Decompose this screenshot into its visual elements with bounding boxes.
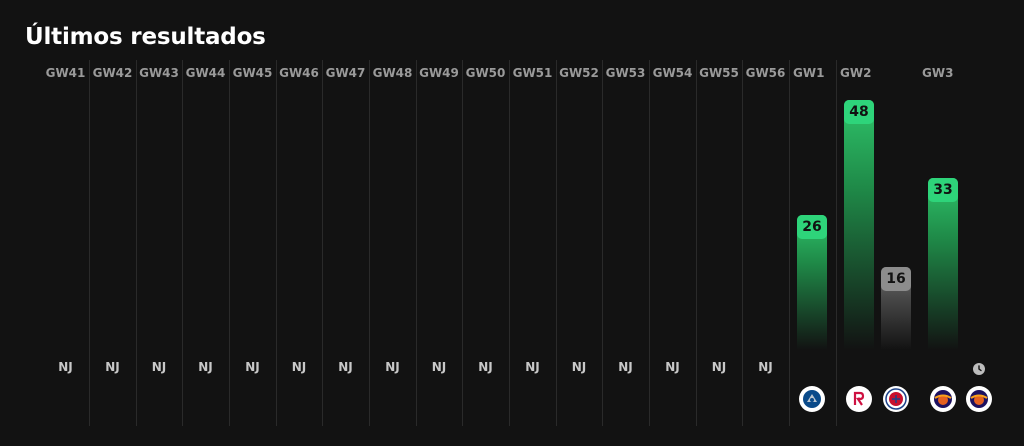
score-bar-gw3[interactable]: 33 [928,178,958,350]
phoenix-suns-logo-icon [930,386,956,412]
not-played-label: NJ [571,360,587,374]
score-value: 26 [797,215,827,239]
gameweek-column-gw54: GW54 NJ [649,60,697,426]
gameweek-column-gw49: GW49 NJ [416,60,463,426]
dallas-mavericks-logo-icon [799,386,825,412]
score-value: 16 [881,267,911,291]
not-played-label: NJ [151,360,167,374]
not-played-label: NJ [525,360,540,374]
gameweek-label: GW41 [45,66,86,80]
gameweek-label: GW1 [793,66,825,80]
not-played-label: NJ [478,360,493,374]
gameweek-column-gw55: GW55 NJ [696,60,743,426]
not-played-label: NJ [618,360,633,374]
gameweek-label: GW53 [605,66,646,80]
gameweek-label: GW46 [279,66,319,80]
gameweek-label: GW47 [325,66,366,80]
gameweek-column-gw47: GW47 NJ [322,60,370,426]
gameweek-label: GW3 [922,66,954,80]
not-played-label: NJ [105,360,120,374]
gameweek-column-gw43: GW43 NJ [136,60,183,426]
gameweek-column-gw56: GW56 NJ [742,60,790,426]
gameweek-label: GW56 [745,66,786,80]
gameweek-label: GW48 [372,66,413,80]
not-played-label: NJ [291,360,307,374]
not-played-label: NJ [385,360,400,374]
gameweek-label: GW44 [185,66,226,80]
houston-rockets-logo-icon [846,386,872,412]
not-played-label: NJ [665,360,680,374]
score-value: 33 [928,178,958,202]
gameweek-label: GW49 [419,66,459,80]
gameweek-column-gw48: GW48 NJ [369,60,417,426]
gameweek-label: GW51 [512,66,553,80]
gameweek-column-gw42: GW42 NJ [89,60,137,426]
la-clippers-logo-icon [883,386,909,412]
gameweek-column-gw53: GW53 NJ [602,60,650,426]
gameweek-column-gw44: GW44 NJ [182,60,230,426]
gameweek-column-gw52: GW52 NJ [556,60,603,426]
results-chart: GW41 NJ GW42 NJ GW43 NJ GW44 NJ GW45 NJ GW46 NJ GW47… [0,0,1024,446]
gameweek-label: GW45 [232,66,273,80]
gameweek-label: GW43 [139,66,179,80]
gameweek-label: GW52 [559,66,599,80]
gameweek-column-gw46: GW46 NJ [276,60,323,426]
gameweek-label: GW50 [465,66,506,80]
score-bar-gw2[interactable]: 48 [844,100,874,350]
gameweek-column-gw51: GW51 NJ [509,60,557,426]
not-played-label: NJ [338,360,353,374]
not-played-label: NJ [711,360,727,374]
score-bar-gw2[interactable]: 16 [881,267,911,350]
score-bar-gw1[interactable]: 26 [797,215,827,350]
phoenix-suns-logo-icon [966,386,992,412]
gameweek-column-gw45: GW45 NJ [229,60,277,426]
gameweek-label: GW55 [699,66,739,80]
clock-icon [973,360,985,375]
not-played-label: NJ [198,360,213,374]
gameweek-label: GW2 [840,66,872,80]
not-played-label: NJ [58,360,73,374]
not-played-label: NJ [758,360,773,374]
gameweek-label: GW42 [92,66,133,80]
not-played-label: NJ [431,360,447,374]
gameweek-column-gw50: GW50 NJ [462,60,510,426]
not-played-label: NJ [245,360,260,374]
gameweek-label: GW54 [652,66,693,80]
gameweek-column-gw41: GW41 NJ [42,60,90,426]
score-value: 48 [844,100,874,124]
